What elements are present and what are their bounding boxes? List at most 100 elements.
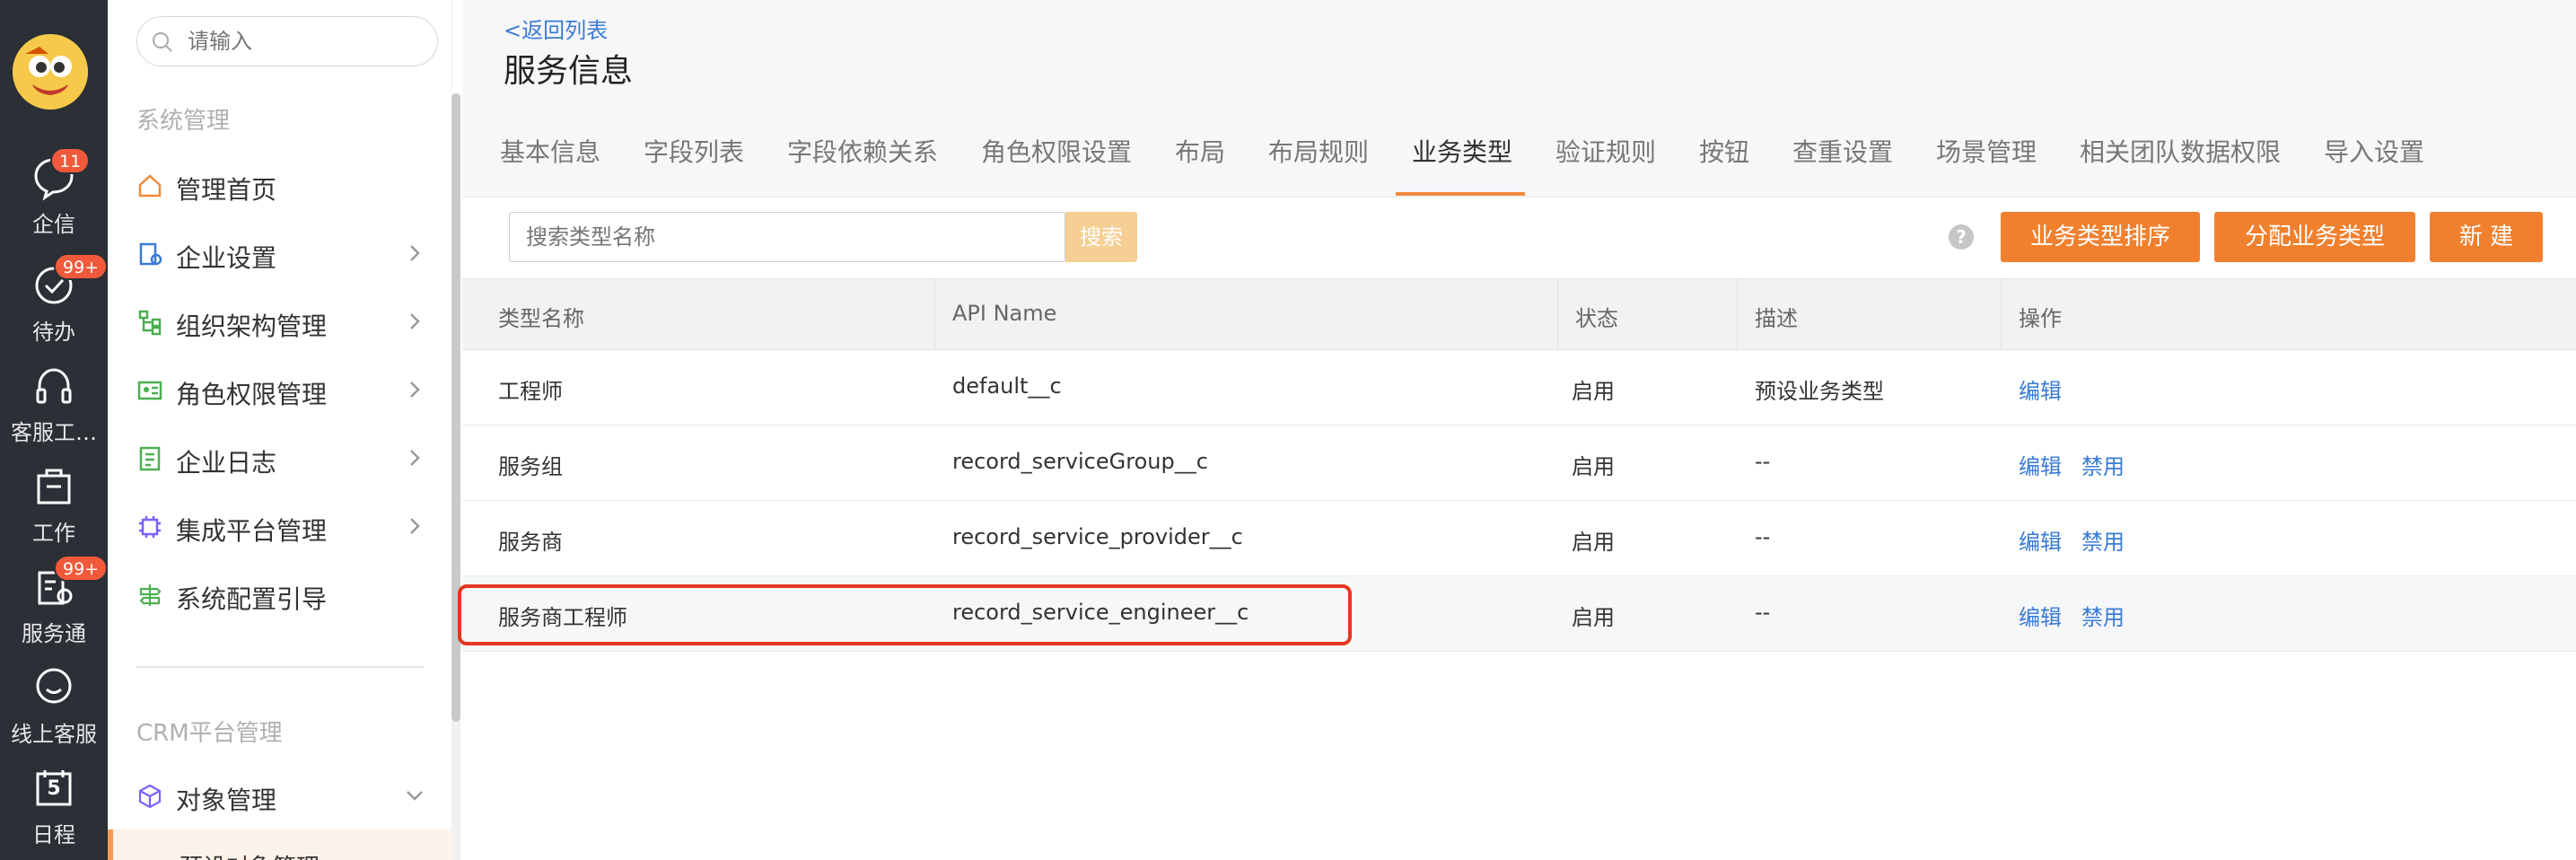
section-system-title: 系统管理 xyxy=(136,108,231,135)
cell-status: 启用 xyxy=(1572,530,1615,555)
rail-item-fuwutong[interactable]: 服务通 99+ xyxy=(0,555,109,654)
tab-field-list[interactable]: 字段列表 xyxy=(644,133,744,169)
table-row: 服务组 record_serviceGroup__c 启用 -- 编辑 禁用 xyxy=(462,426,2576,501)
rail-item-todo[interactable]: 待办 99+ xyxy=(0,253,109,352)
sidebar-scrollbar[interactable] xyxy=(451,93,460,860)
chevron-right-icon xyxy=(410,313,420,329)
cell-api-name: default__c xyxy=(952,373,1062,399)
sidebar-item-role-permission[interactable]: 角色权限管理 xyxy=(126,363,431,417)
cell-type-name: 服务组 xyxy=(498,454,563,479)
app-rail: 企信 11 待办 99+ 客服工… 工作 服务通 99+ 线上客服 5 日程 xyxy=(0,0,109,860)
col-header-api-name: API Name xyxy=(952,301,1057,326)
highlight-box xyxy=(458,584,1352,645)
sidebar-subitem-label: 预设对象管理 xyxy=(180,849,320,860)
app-logo[interactable] xyxy=(13,34,88,110)
chevron-right-icon xyxy=(410,382,420,398)
tab-layout[interactable]: 布局 xyxy=(1175,133,1225,169)
type-search-input[interactable] xyxy=(526,222,1029,252)
help-icon[interactable]: ? xyxy=(1949,224,1974,250)
rail-item-qixin[interactable]: 企信 11 xyxy=(0,147,108,244)
tab-import-settings[interactable]: 导入设置 xyxy=(2324,133,2424,169)
briefcase-icon xyxy=(37,469,71,505)
tab-field-dependency[interactable]: 字段依赖关系 xyxy=(787,133,938,169)
smile-chat-icon xyxy=(36,668,72,704)
col-separator xyxy=(1557,279,1558,351)
sidebar-item-label: 企业设置 xyxy=(176,243,277,273)
guide-icon xyxy=(139,584,162,606)
tab-validation-rules[interactable]: 验证规则 xyxy=(1555,133,1656,169)
sidebar-item-integration[interactable]: 集成平台管理 xyxy=(126,499,431,553)
sidebar-item-enterprise-log[interactable]: 企业日志 xyxy=(126,431,431,485)
sidebar-item-object-management[interactable]: 对象管理 xyxy=(126,768,431,822)
chevron-down-icon xyxy=(407,791,423,801)
rail-label: 待办 xyxy=(32,320,75,345)
sidebar-item-label: 集成平台管理 xyxy=(176,516,328,546)
sidebar-search-input[interactable] xyxy=(188,26,421,57)
sidebar-item-config-guide[interactable]: 系统配置引导 xyxy=(126,567,431,621)
chevron-right-icon xyxy=(410,518,420,534)
back-to-list-link[interactable]: <返回列表 xyxy=(504,13,608,44)
cell-description: -- xyxy=(1755,524,1771,549)
rail-label: 工作 xyxy=(32,521,75,546)
cell-description: -- xyxy=(1755,600,1771,625)
tab-duplicate-check[interactable]: 查重设置 xyxy=(1792,133,1893,169)
tab-buttons[interactable]: 按钮 xyxy=(1699,133,1749,169)
tab-role-permission[interactable]: 角色权限设置 xyxy=(981,133,1132,169)
rail-label: 企信 xyxy=(32,212,75,237)
sidebar-item-enterprise-settings[interactable]: 企业设置 xyxy=(126,226,431,280)
edit-link[interactable]: 编辑 xyxy=(2019,373,2062,405)
cell-status: 启用 xyxy=(1572,379,1615,404)
disable-link[interactable]: 禁用 xyxy=(2081,524,2125,556)
rail-item-calendar[interactable]: 5 日程 xyxy=(0,765,108,855)
cube-icon xyxy=(138,784,162,809)
tab-layout-rules[interactable]: 布局规则 xyxy=(1268,133,1369,169)
cell-api-name: record_serviceGroup__c xyxy=(952,449,1208,474)
sidebar-item-label: 管理首页 xyxy=(176,175,277,205)
type-search-box[interactable] xyxy=(509,212,1065,262)
sidebar-item-org-structure[interactable]: 组织架构管理 xyxy=(126,294,431,348)
chip-icon xyxy=(139,516,161,538)
edit-link[interactable]: 编辑 xyxy=(2019,524,2062,556)
table-row: 服务商 record_service_provider__c 启用 -- 编辑 … xyxy=(462,501,2576,576)
org-tree-icon xyxy=(138,310,162,336)
edit-link[interactable]: 编辑 xyxy=(2019,600,2062,631)
section-crm-title: CRM平台管理 xyxy=(136,720,283,747)
disable-link[interactable]: 禁用 xyxy=(2081,600,2125,631)
assign-business-type-button[interactable]: 分配业务类型 xyxy=(2214,212,2415,262)
col-header-actions: 操作 xyxy=(2019,306,2062,331)
rail-item-online-service[interactable]: 线上客服 xyxy=(0,664,108,754)
tab-scene-management[interactable]: 场景管理 xyxy=(1936,133,2037,169)
sort-business-type-button[interactable]: 业务类型排序 xyxy=(2001,212,2200,262)
sidebar-search[interactable] xyxy=(136,16,438,66)
rail-item-support[interactable]: 客服工… xyxy=(0,363,108,452)
col-separator xyxy=(2001,279,2002,351)
rail-label: 日程 xyxy=(32,822,75,847)
sidebar-item-home[interactable]: 管理首页 xyxy=(126,158,431,212)
disable-link[interactable]: 禁用 xyxy=(2081,449,2125,480)
tab-team-data-permission[interactable]: 相关团队数据权限 xyxy=(2080,133,2281,169)
tab-business-type[interactable]: 业务类型 xyxy=(1412,133,1512,169)
sidebar-divider xyxy=(136,666,424,668)
admin-sidebar: 系统管理 管理首页 企业设置 组织架构管理 角色权限管理 企业日志 集成平台管理… xyxy=(108,0,452,860)
col-separator xyxy=(934,279,935,351)
edit-link[interactable]: 编辑 xyxy=(2019,449,2062,480)
cell-status: 启用 xyxy=(1572,454,1615,479)
rail-item-work[interactable]: 工作 xyxy=(0,463,108,553)
table-row: 工程师 default__c 启用 预设业务类型 编辑 xyxy=(462,350,2576,426)
cell-type-name: 工程师 xyxy=(498,379,563,404)
page-title: 服务信息 xyxy=(504,53,634,90)
building-icon xyxy=(139,242,162,266)
sidebar-subitem-preset-objects[interactable]: 预设对象管理 xyxy=(108,829,451,860)
cell-api-name: record_service_provider__c xyxy=(952,524,1243,549)
cell-description: -- xyxy=(1755,449,1771,474)
active-tab-indicator xyxy=(1396,192,1525,196)
search-button[interactable]: 搜索 xyxy=(1065,212,1137,262)
chevron-right-icon xyxy=(410,450,420,466)
col-separator xyxy=(1737,279,1738,351)
col-header-status: 状态 xyxy=(1575,306,1618,331)
tab-basic-info[interactable]: 基本信息 xyxy=(500,133,600,169)
new-button[interactable]: 新 建 xyxy=(2430,212,2543,262)
sidebar-item-label: 对象管理 xyxy=(176,785,277,815)
log-icon xyxy=(139,446,161,471)
cell-type-name: 服务商 xyxy=(498,530,563,555)
